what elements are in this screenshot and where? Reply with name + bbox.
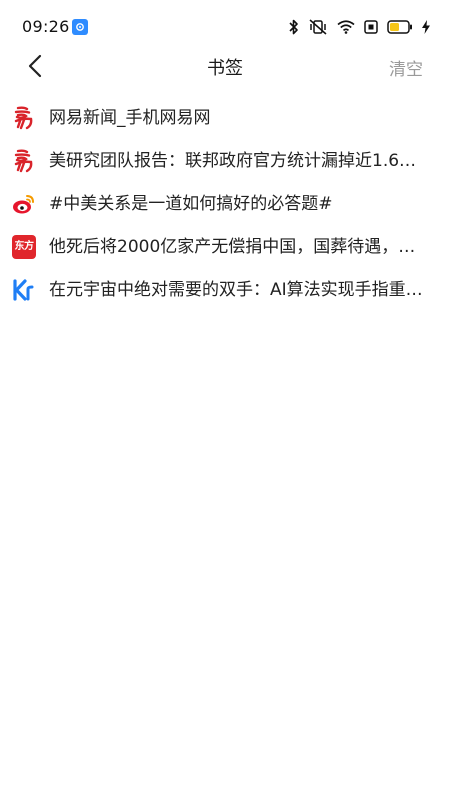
battery-icon bbox=[387, 20, 412, 34]
bookmark-title: 在元宇宙中绝对需要的双手：AI算法实现手指重… bbox=[49, 280, 423, 300]
page-title: 书签 bbox=[207, 58, 243, 79]
bookmark-item[interactable]: 网易新闻_手机网易网 bbox=[0, 97, 450, 140]
vibrate-mute-icon bbox=[309, 19, 327, 35]
app-notification-icon bbox=[72, 19, 88, 35]
36kr-logo-icon bbox=[12, 278, 36, 302]
netease-logo-icon bbox=[12, 149, 36, 173]
netease-logo-icon bbox=[12, 106, 36, 130]
clear-button[interactable]: 清空 bbox=[389, 55, 423, 80]
bookmark-list: 网易新闻_手机网易网 美研究团队报告：联邦政府官方统计漏掉近1.6… #中美关系… bbox=[0, 97, 450, 312]
bookmark-title: 他死后将2000亿家产无偿捐中国，国葬待遇，… bbox=[49, 237, 416, 257]
weibo-logo-icon bbox=[12, 192, 36, 216]
bookmark-title: #中美关系是一道如何搞好的必答题# bbox=[49, 194, 333, 214]
sim-card-icon bbox=[364, 20, 378, 34]
bluetooth-icon bbox=[289, 19, 298, 35]
bookmark-item[interactable]: 在元宇宙中绝对需要的双手：AI算法实现手指重… bbox=[0, 269, 450, 312]
charging-icon bbox=[422, 20, 430, 34]
status-icons bbox=[289, 17, 430, 37]
bookmark-item[interactable]: 美研究团队报告：联邦政府官方统计漏掉近1.6… bbox=[0, 140, 450, 183]
bookmark-item[interactable]: 东方 他死后将2000亿家产无偿捐中国，国葬待遇，… bbox=[0, 226, 450, 269]
status-time: 09:26 bbox=[22, 17, 70, 36]
wifi-icon bbox=[337, 20, 355, 34]
bookmark-item[interactable]: #中美关系是一道如何搞好的必答题# bbox=[0, 183, 450, 226]
dongfang-logo-icon: 东方 bbox=[12, 235, 36, 259]
bookmark-title: 美研究团队报告：联邦政府官方统计漏掉近1.6… bbox=[49, 151, 417, 171]
screen: 09:26 书签 清空 网易新闻_手机网易网 美研究团队报告：联邦政府官方统计漏… bbox=[0, 0, 450, 800]
bookmark-title: 网易新闻_手机网易网 bbox=[49, 108, 211, 128]
header-bar: 书签 清空 bbox=[0, 44, 450, 88]
